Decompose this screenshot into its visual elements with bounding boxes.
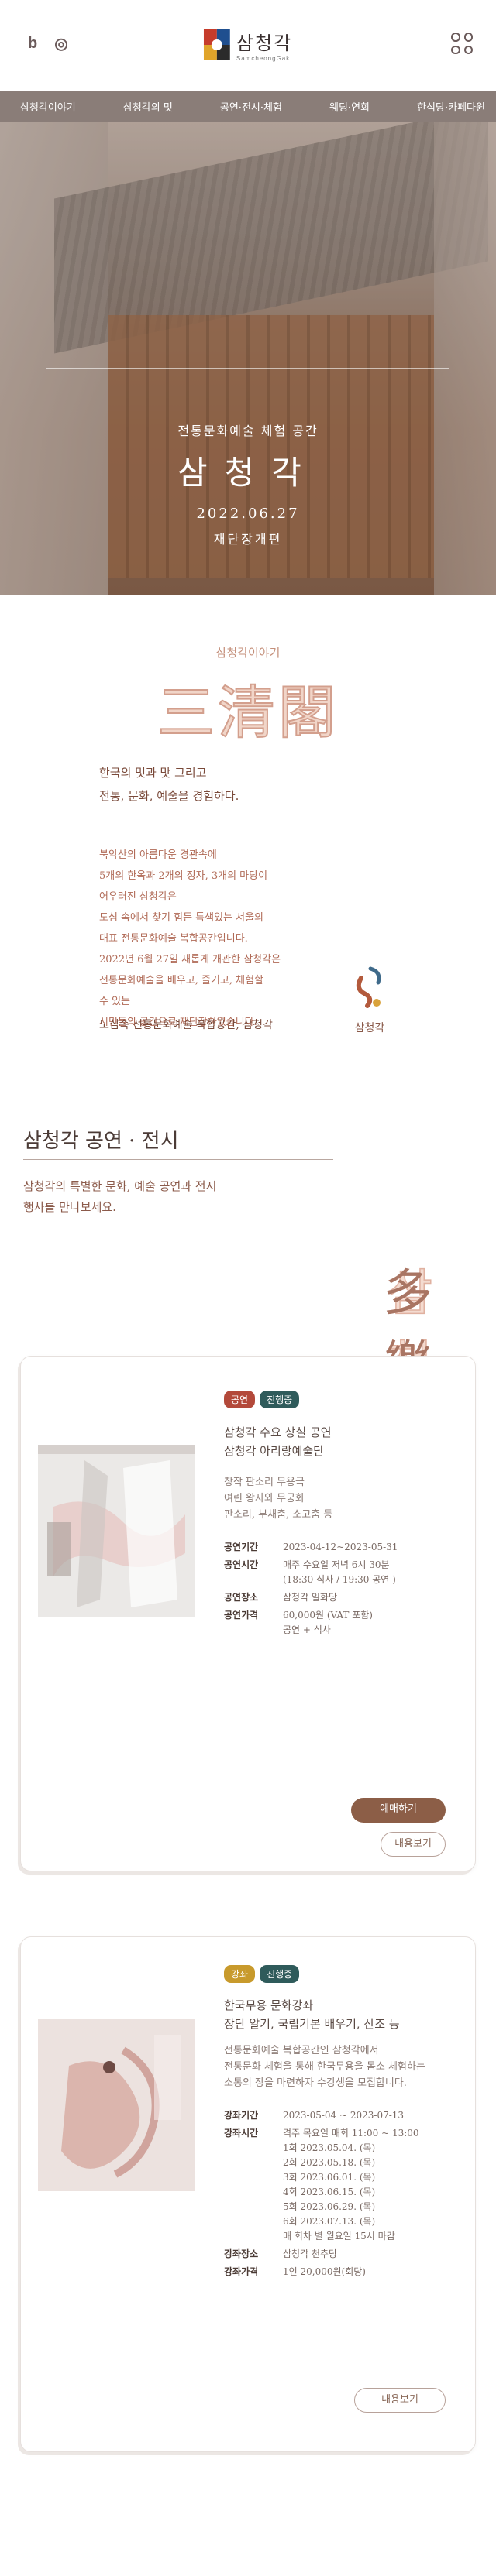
section-title: 삼청각 공연 · 전시 <box>23 1130 179 1153</box>
logo-icon <box>203 29 230 60</box>
nav-item-story[interactable]: 삼청각이야기 <box>20 99 76 114</box>
hero-subtitle: 전통문화예술 체험 공간 <box>177 424 319 438</box>
section-hanja-title: 삼청多樂 <box>383 1264 434 1394</box>
story-lead: 한국의 멋과 맛 그리고 전통, 문화, 예술을 경험하다. <box>99 766 239 803</box>
table-row: 공연장소 삼청각 일화당 <box>224 1592 338 1603</box>
table-row: 강좌시간 격주 목요일 매회 11:00 ~ 13:00 1회 2023.05.… <box>224 2128 419 2242</box>
seal-logo: 삼청각 <box>347 955 392 1048</box>
nav-item-performance[interactable]: 공연·전시·체험 <box>220 99 282 114</box>
status-badge: 진행중 <box>260 1391 300 1408</box>
event-details-table: 공연기간 2023-04-12~2023-05-31 공연시간 매주 수요일 저녁 … <box>224 1538 398 1639</box>
status-badge: 진행중 <box>260 1965 300 1983</box>
table-row: 공연시간 매주 수요일 저녁 6시 30분 (18:30 식사 / 19:30 공연… <box>224 1559 396 1585</box>
section-description: 삼청각의 특별한 문화, 예술 공연과 전시 행사를 만나보세요. <box>23 1179 217 1214</box>
page-bottom-spacer <box>0 2452 496 2576</box>
event-title: 삼청각 수요 상설 공연 삼청각 아리랑예술단 <box>224 1425 332 1458</box>
event-poster[interactable] <box>38 1445 195 1617</box>
hero-caption: 재단장개편 <box>213 532 283 547</box>
book-button[interactable]: 예매하기 <box>351 1798 446 1823</box>
nav-item-restaurant[interactable]: 한식당·카페다원 <box>417 99 485 114</box>
event-details-table: 강좌기간 2023-05-04 ~ 2023-07-13 강좌시간 격주 목요일 … <box>224 2107 419 2281</box>
site-header: b ◎ 삼청각 SamcheongGak <box>0 0 496 91</box>
story-section: 삼청각이야기 三清閣 한국의 멋과 맛 그리고 전통, 문화, 예술을 경험하다… <box>0 595 496 1114</box>
main-nav: 삼청각이야기 삼청각의 멋 공연·전시·체험 웨딩·연회 한식당·카페다원 <box>0 91 496 122</box>
logo-name: 삼청각 <box>236 33 293 54</box>
nav-item-wedding[interactable]: 웨딩·연회 <box>329 99 370 114</box>
table-row: 공연기간 2023-04-12~2023-05-31 <box>224 1542 398 1552</box>
event-info: 삼청각 수요 상설 공연 삼청각 아리랑예술단 창작 판소리 무용극 여린 왕자… <box>224 1423 460 1639</box>
view-details-button[interactable]: 내용보기 <box>381 1832 446 1857</box>
table-row: 강좌장소 삼청각 천추당 <box>224 2248 338 2259</box>
view-details-button[interactable]: 내용보기 <box>354 2388 446 2413</box>
blog-icon[interactable]: b <box>28 35 37 53</box>
seal-text: 삼청각 <box>354 1022 385 1034</box>
story-hanja-title: 三清閣 <box>157 679 339 747</box>
category-badge: 강좌 <box>224 1965 256 1983</box>
site-logo[interactable]: 삼청각 SamcheongGak <box>203 28 293 62</box>
section-header: 삼청각 공연 · 전시 <box>0 1114 496 1161</box>
hero-title: 삼청각 <box>177 454 319 492</box>
hero-divider <box>46 368 450 369</box>
event-description: 전통문화예술 복합공간인 삼청각에서 전통문화 체험을 통해 한국무용을 몸소 … <box>224 2045 425 2089</box>
logo-subtitle: SamcheongGak <box>236 55 291 62</box>
event-card: 공연 진행중 삼청각 수요 상설 공연 삼청각 아리랑예술단 창작 판소리 무용… <box>20 1356 476 1871</box>
event-badges: 공연 진행중 <box>224 1391 300 1408</box>
instagram-icon[interactable]: ◎ <box>54 34 67 53</box>
table-row: 강좌기간 2023-05-04 ~ 2023-07-13 <box>224 2110 405 2121</box>
story-body: 북악산의 아름다운 경관속에 5개의 한옥과 2개의 정자, 3개의 마당이 어… <box>99 849 281 1028</box>
story-tagline: 도심속 전통문화예술 복합공간, 삼청각 <box>99 1019 273 1031</box>
event-info: 한국무용 문화강좌 장단 알기, 국립기본 배우기, 산조 등 전통문화예술 복… <box>224 1996 460 2281</box>
story-label: 삼청각이야기 <box>215 646 281 660</box>
event-title: 한국무용 문화강좌 장단 알기, 국립기본 배우기, 산조 등 <box>224 1998 400 2031</box>
event-badges: 강좌 진행중 <box>224 1965 300 1983</box>
hero-banner: 전통문화예술 체험 공간 삼청각 2022.06.27 재단장개편 <box>0 122 496 595</box>
hero-date: 2022.06.27 <box>196 506 300 522</box>
event-poster[interactable] <box>38 2019 195 2191</box>
event-card: 강좌 진행중 한국무용 문화강좌 장단 알기, 국립기본 배우기, 산조 등 전… <box>20 1936 476 2452</box>
menu-grid-icon[interactable] <box>451 33 473 54</box>
event-description: 창작 판소리 무용극 여린 왕자와 무궁화 판소리, 부채춤, 소고춤 등 <box>224 1477 333 1521</box>
section-underline <box>23 1159 333 1160</box>
table-row: 공연가격 60,000원 (VAT 포함) 공연 + 식사 <box>224 1610 373 1635</box>
table-row: 강좌가격 1인 20,000원(회당) <box>224 2266 366 2277</box>
sns-links: b ◎ <box>28 34 68 53</box>
category-badge: 공연 <box>224 1391 256 1408</box>
nav-item-beauty[interactable]: 삼청각의 멋 <box>123 99 173 114</box>
